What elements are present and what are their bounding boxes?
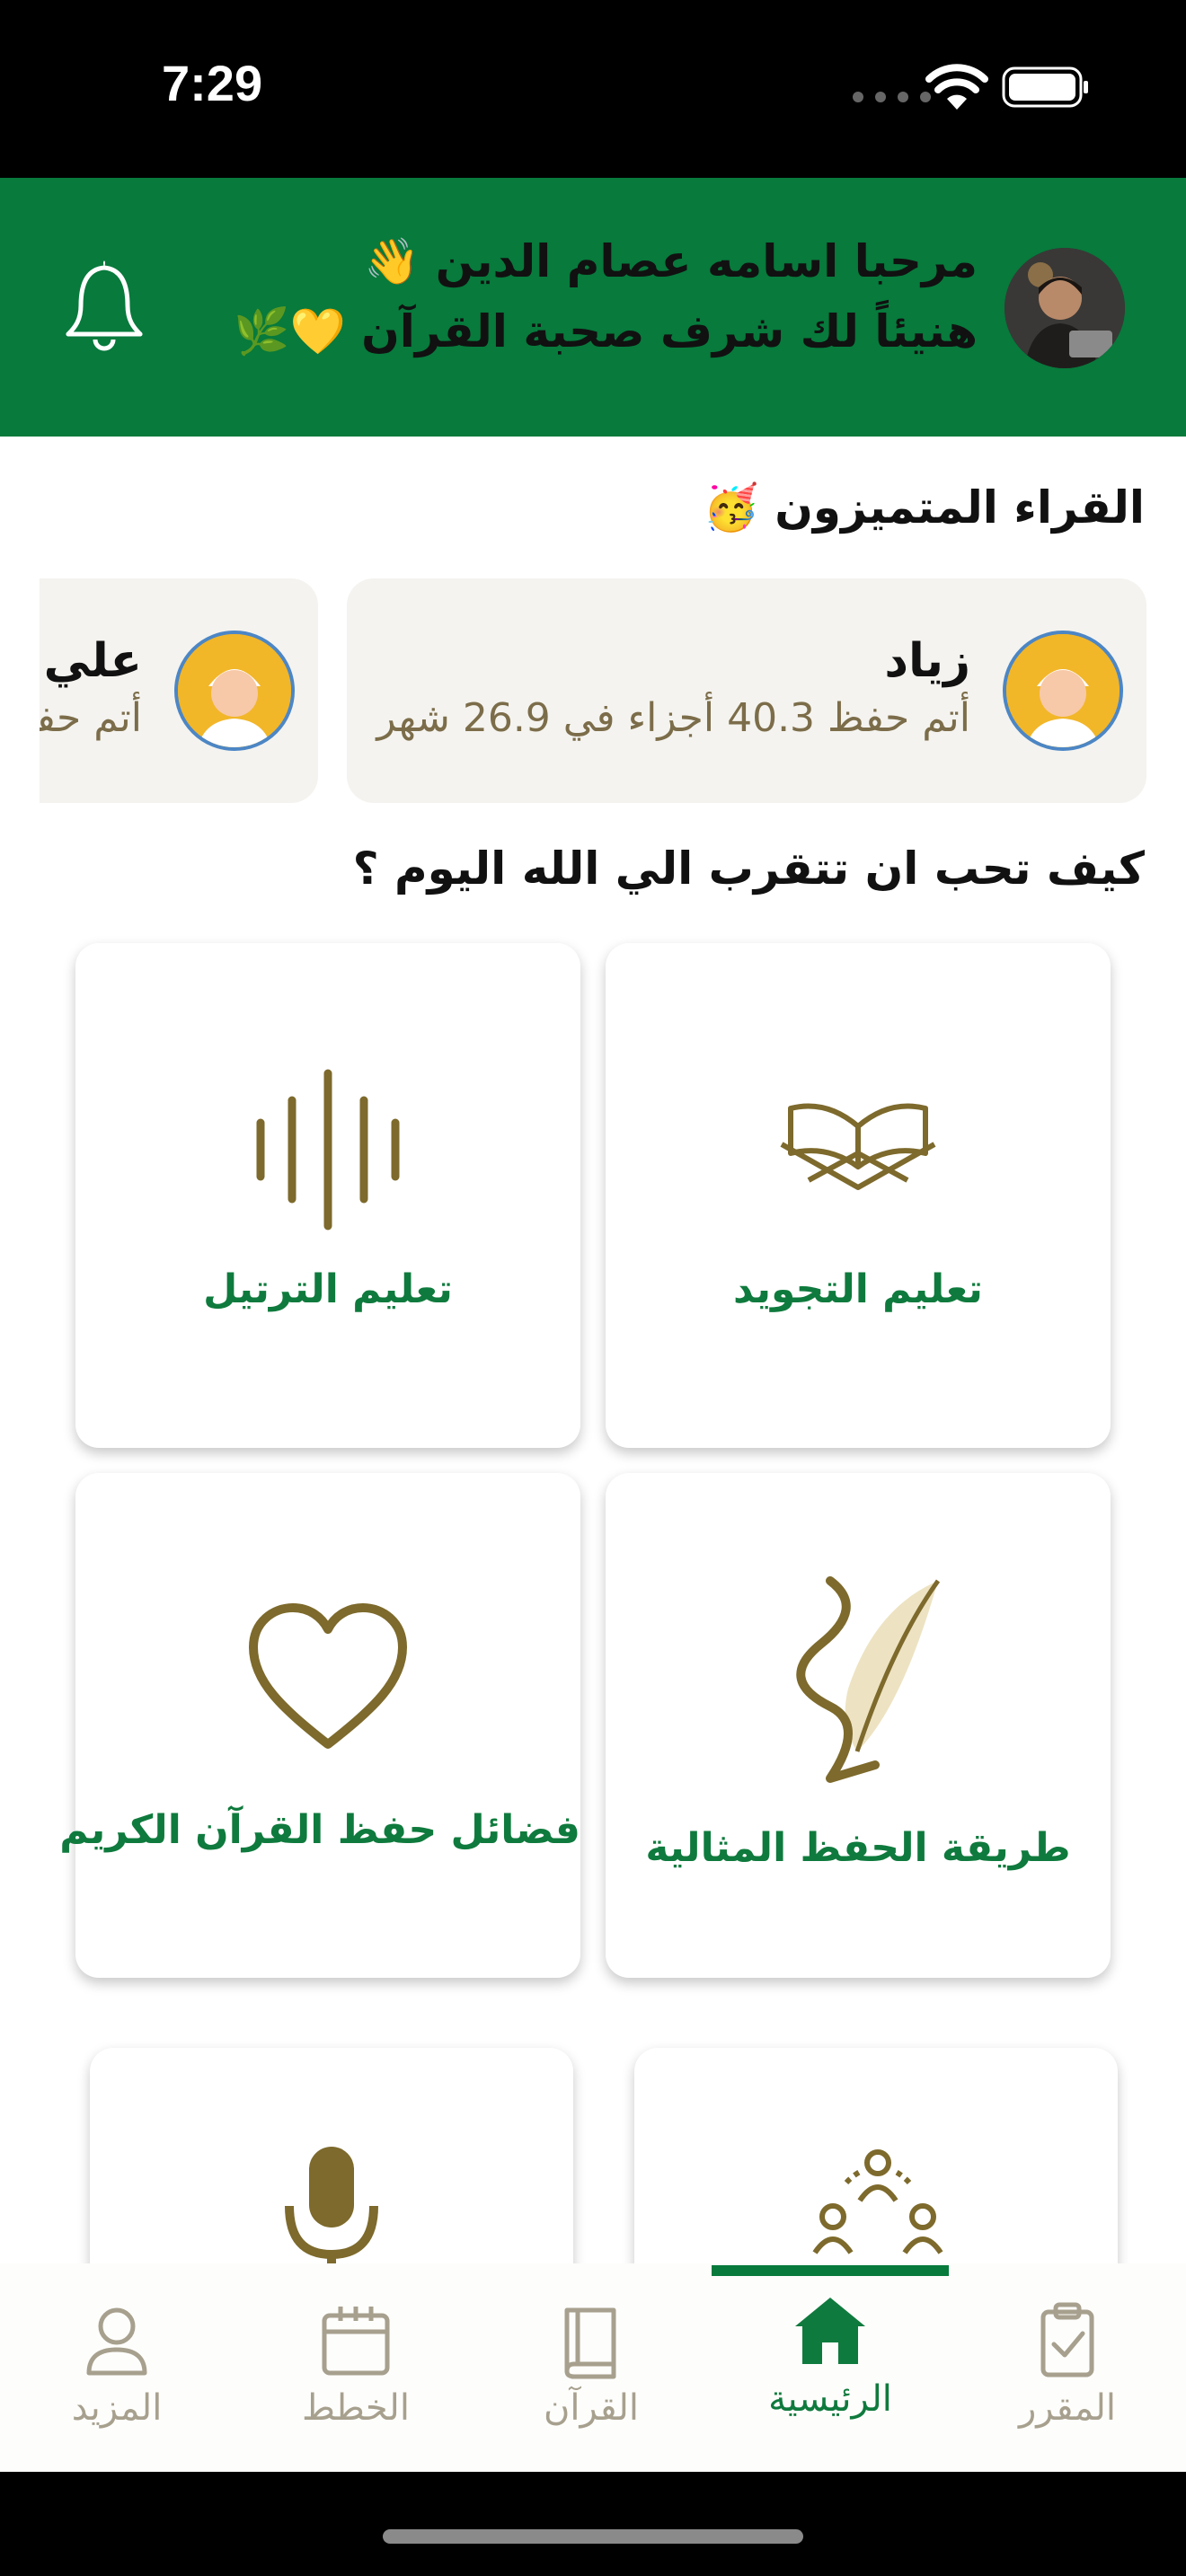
virtues-card[interactable]: فضائل حفظ القرآن الكريم xyxy=(59,1473,580,1978)
user-avatar[interactable] xyxy=(1005,248,1125,368)
reader-stat: أتم حفظ xyxy=(40,695,142,741)
tab-label: المقرر xyxy=(1018,2387,1117,2429)
tab-plans[interactable]: الخطط xyxy=(266,2299,446,2429)
virtues-label: فضائل حفظ القرآن الكريم xyxy=(59,1807,580,1853)
active-tab-indicator xyxy=(712,2265,949,2276)
heart-icon xyxy=(249,1603,407,1749)
tab-more[interactable]: المزيد xyxy=(27,2299,207,2429)
wifi-icon xyxy=(925,64,988,110)
sound-wave-icon xyxy=(256,1069,400,1231)
reader-stat: أتم حفظ 40.3 أجزاء في 26.9 شهر xyxy=(376,695,970,741)
quill-icon xyxy=(796,1576,941,1783)
battery-icon xyxy=(1002,66,1088,108)
quran-stand-icon xyxy=(780,1103,936,1190)
reader-card[interactable]: زياد أتم حفظ 40.3 أجزاء في 26.9 شهر xyxy=(347,578,1146,803)
tab-label: القرآن xyxy=(543,2387,640,2429)
readers-carousel[interactable]: زياد أتم حفظ 40.3 أجزاء في 26.9 شهر علي … xyxy=(40,578,1146,803)
memorization-method-label: طريقة الحفظ المثالية xyxy=(645,1825,1071,1871)
greeting-text: مرحبا اسامه عصام الدين 👋 xyxy=(364,235,978,287)
tab-home[interactable]: الرئيسية xyxy=(740,2290,920,2420)
bell-icon[interactable] xyxy=(59,259,149,356)
tab-label: المزيد xyxy=(71,2387,163,2429)
tab-label: الخطط xyxy=(302,2387,410,2429)
reader-card[interactable]: علي محمد أتم حفظ xyxy=(40,578,318,803)
readers-section-title: القراء المتميزون 🥳 xyxy=(703,481,1145,534)
tajweed-card[interactable]: تعليم التجويد xyxy=(606,943,1111,1448)
tab-assigned[interactable]: المقرر xyxy=(978,2299,1157,2429)
tarteel-card[interactable]: تعليم الترتيل xyxy=(75,943,580,1448)
memorization-method-card[interactable]: طريقة الحفظ المثالية xyxy=(606,1473,1111,1978)
calendar-icon xyxy=(322,2307,390,2376)
status-time: 7:29 xyxy=(162,55,263,111)
reader-avatar xyxy=(1003,631,1123,751)
tajweed-label: تعليم التجويد xyxy=(733,1266,983,1312)
clipboard-check-icon xyxy=(1040,2302,1094,2378)
reader-avatar xyxy=(174,631,295,751)
tab-label: الرئيسية xyxy=(768,2378,892,2420)
home-indicator[interactable] xyxy=(383,2529,803,2544)
group-circle-icon xyxy=(812,2149,943,2254)
reader-name: زياد xyxy=(884,634,970,688)
home-icon xyxy=(795,2298,865,2364)
book-icon xyxy=(564,2307,616,2379)
reader-name: علي محمد xyxy=(40,634,142,688)
approach-section-title: كيف تحب ان تتقرب الي الله اليوم ؟ xyxy=(352,842,1145,895)
status-bar: 7:29 xyxy=(0,0,1186,178)
user-icon xyxy=(86,2307,147,2376)
subgreeting-text: هنيئاً لك شرف صحبة القرآن 💛🌿 xyxy=(234,305,978,357)
tarteel-label: تعليم الترتيل xyxy=(203,1266,453,1312)
system-bottom-bar xyxy=(0,2472,1186,2576)
tab-quran[interactable]: القرآن xyxy=(501,2299,681,2429)
